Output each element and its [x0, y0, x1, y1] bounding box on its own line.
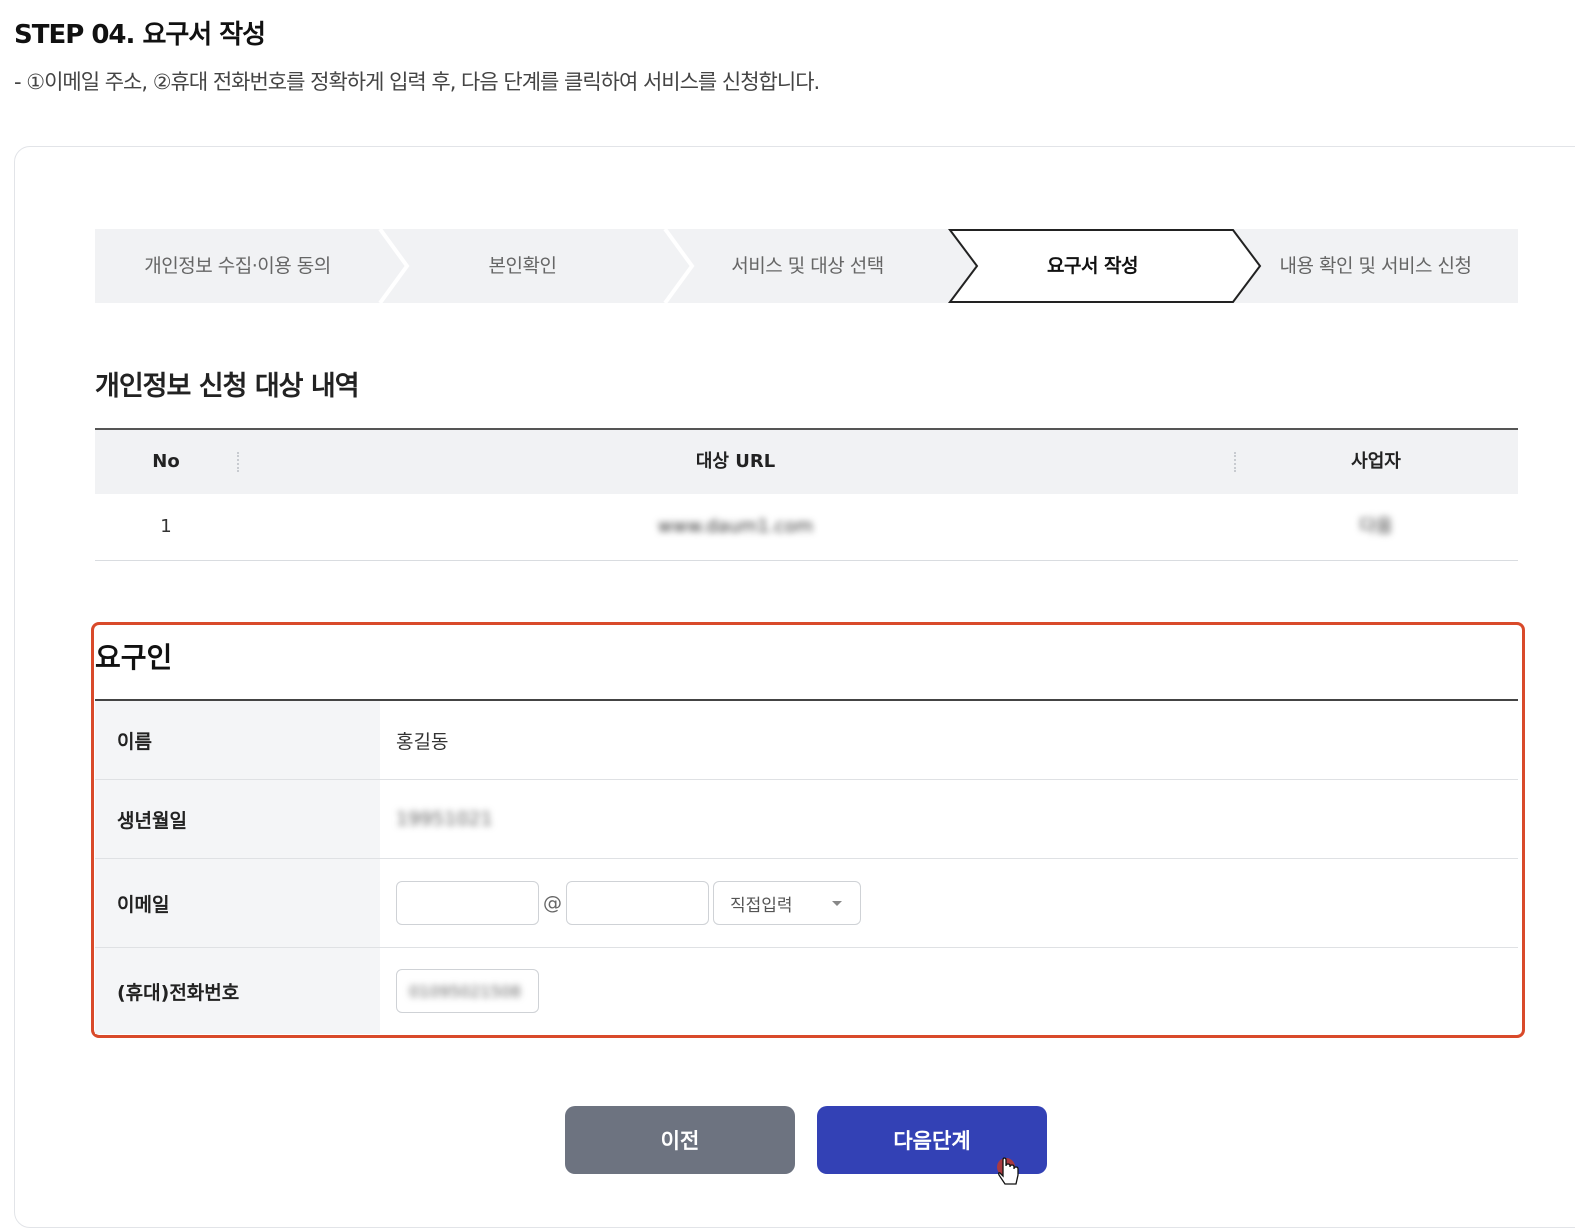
email-domain-select[interactable]: 직접입력	[713, 881, 861, 925]
requester-table: 이름 홍길동 생년월일 19951021 이메일 @ 직접입력 (휴대)전화번호…	[95, 699, 1518, 1034]
table-row: 1 www.daum1.com 다음	[95, 494, 1518, 561]
step-consent: 개인정보 수집·이용 동의	[144, 255, 331, 277]
step-service-select: 서비스 및 대상 선택	[731, 255, 884, 277]
birth-row: 생년월일 19951021	[95, 780, 1518, 859]
email-domain-select-value: 직접입력	[730, 895, 793, 916]
birth-value-text: 19951021	[396, 808, 493, 830]
requester-title: 요구인	[95, 641, 173, 674]
row-url: www.daum1.com	[657, 516, 814, 537]
birth-label: 생년월일	[95, 780, 380, 858]
phone-input-value: 01095021508	[409, 981, 521, 1001]
step-description: - ①이메일 주소, ②휴대 전화번호를 정확하게 입력 후, 다음 단계를 클…	[14, 70, 820, 94]
phone-row: (휴대)전화번호 01095021508	[95, 948, 1518, 1034]
name-value: 홍길동	[396, 730, 449, 753]
birth-value: 19951021	[380, 780, 1518, 858]
prev-button[interactable]: 이전	[565, 1106, 795, 1174]
step-request-form: 요구서 작성	[1046, 255, 1139, 277]
column-url: 대상 URL	[695, 451, 776, 472]
step-confirm-apply: 내용 확인 및 서비스 신청	[1279, 255, 1472, 277]
name-label: 이름	[95, 701, 380, 779]
row-no: 1	[160, 516, 172, 537]
row-company: 다음	[1359, 516, 1393, 537]
column-no: No	[152, 451, 180, 472]
phone-fields: 01095021508	[380, 948, 1518, 1034]
email-row: 이메일 @ 직접입력	[95, 859, 1518, 948]
progress-stepper: 개인정보 수집·이용 동의 본인확인 서비스 및 대상 선택 요구서 작성 내용…	[95, 229, 1518, 303]
email-fields: @ 직접입력	[380, 859, 1518, 947]
column-company: 사업자	[1351, 451, 1401, 472]
targets-title: 개인정보 신청 대상 내역	[95, 371, 360, 402]
chevron-down-icon	[832, 900, 842, 906]
hand-cursor-icon	[997, 1157, 1019, 1185]
phone-input[interactable]: 01095021508	[396, 969, 539, 1013]
name-row: 이름 홍길동	[95, 701, 1518, 780]
targets-table-header: No 대상 URL 사업자	[95, 428, 1518, 494]
email-local-input[interactable]	[396, 881, 539, 925]
email-at-sign: @	[543, 892, 562, 914]
phone-label: (휴대)전화번호	[95, 948, 380, 1034]
email-label: 이메일	[95, 859, 380, 947]
step-identity: 본인확인	[488, 255, 557, 277]
email-domain-input[interactable]	[566, 881, 709, 925]
step-title: STEP 04. 요구서 작성	[14, 20, 266, 50]
targets-table: No 대상 URL 사업자 1 www.daum1.com 다음	[95, 428, 1518, 561]
